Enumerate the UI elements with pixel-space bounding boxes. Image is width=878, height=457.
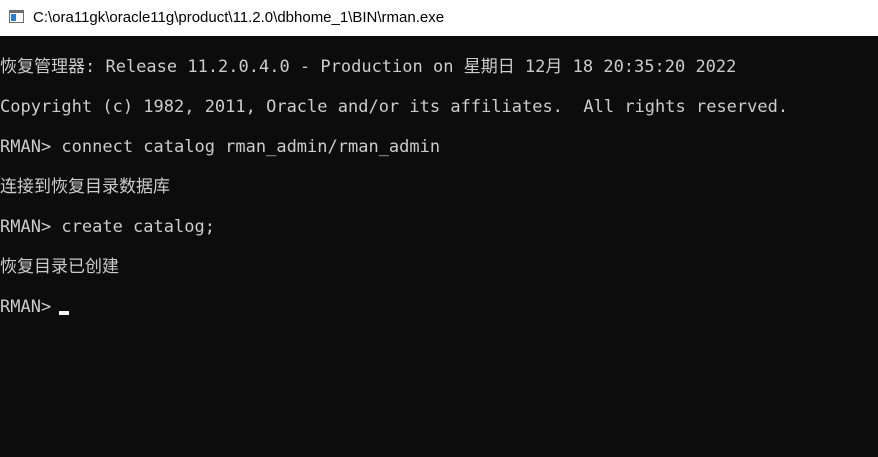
command-line-create: RMAN> create catalog; [0,217,215,237]
output-line-created: 恢复目录已创建 [0,257,119,277]
active-prompt-line[interactable]: RMAN> [0,296,70,318]
command-line-connect: RMAN> connect catalog rman_admin/rman_ad… [0,137,441,157]
window-title: C:\ora11gk\oracle11g\product\11.2.0\dbho… [33,9,445,26]
console-output[interactable]: 恢复管理器: Release 11.2.0.4.0 - Production o… [0,36,878,457]
output-line-connected: 连接到恢复目录数据库 [0,177,170,197]
copyright-line: Copyright (c) 1982, 2011, Oracle and/or … [0,97,789,117]
title-bar[interactable]: C:\ora11gk\oracle11g\product\11.2.0\dbho… [0,0,878,36]
prompt-text: RMAN> [0,297,52,317]
banner-line: 恢复管理器: Release 11.2.0.4.0 - Production o… [0,57,737,77]
console-app-icon [9,10,24,23]
text-cursor [59,311,70,315]
console-window: C:\ora11gk\oracle11g\product\11.2.0\dbho… [0,0,878,457]
